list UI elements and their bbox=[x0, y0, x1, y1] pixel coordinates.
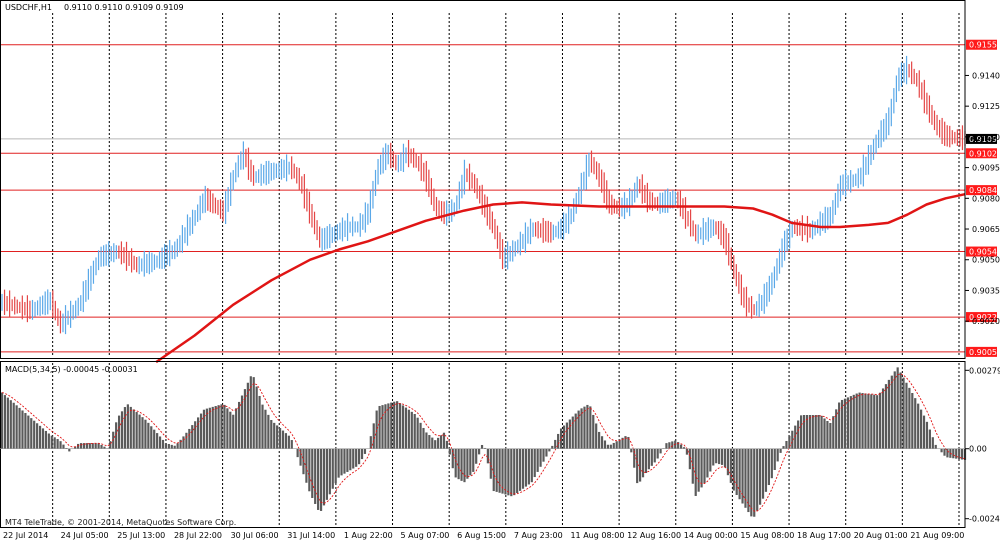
price-tick-label: 0.9080 bbox=[972, 194, 1000, 203]
price-tick-label: 0.9035 bbox=[972, 286, 1000, 295]
time-tick-label: 11 Aug 08:00 bbox=[570, 531, 624, 540]
time-tick-label: 22 Jul 2014 bbox=[3, 531, 48, 540]
time-tick-label: 31 Jul 14:00 bbox=[287, 531, 335, 540]
price-tick-label: 0.9095 bbox=[972, 164, 1000, 173]
symbol-label: USDCHF,H1 bbox=[5, 3, 52, 12]
price-tick-label: 0.9050 bbox=[972, 256, 1000, 265]
ohlc-label: 0.9110 0.9110 0.9109 0.9109 bbox=[64, 3, 184, 12]
macd-tick-label: 0.00279 bbox=[969, 366, 1000, 375]
time-tick-label: 5 Aug 07:00 bbox=[401, 531, 450, 540]
time-tick-label: 12 Aug 16:00 bbox=[627, 531, 681, 540]
price-tick-label: 0.9020 bbox=[972, 317, 1000, 326]
copyright-label: MT4 TeleTrade, © 2001-2014, MetaQuotes S… bbox=[5, 518, 236, 527]
chart-canvas: 0.91550.91020.90840.90540.90220.90050.91… bbox=[0, 0, 1000, 543]
price-tick-label: 0.9140 bbox=[972, 71, 1000, 80]
time-tick-label: 20 Aug 01:00 bbox=[854, 531, 908, 540]
time-tick-label: 15 Aug 08:00 bbox=[740, 531, 794, 540]
time-tick-label: 21 Aug 09:00 bbox=[910, 531, 964, 540]
time-tick-label: 14 Aug 00:00 bbox=[684, 531, 738, 540]
time-tick-label: 1 Aug 22:00 bbox=[344, 531, 393, 540]
macd-tick-label: 0.00 bbox=[969, 445, 987, 454]
time-tick-label: 28 Jul 22:00 bbox=[174, 531, 222, 540]
level-price-text: 0.9155 bbox=[969, 41, 997, 50]
time-tick-label: 7 Aug 23:00 bbox=[514, 531, 563, 540]
time-tick-label: 6 Aug 15:00 bbox=[457, 531, 506, 540]
macd-label: MACD(5,34,5) -0.00045 -0.00031 bbox=[5, 365, 138, 374]
time-tick-label: 18 Aug 17:00 bbox=[797, 531, 851, 540]
price-tick-label: 0.9125 bbox=[972, 102, 1000, 111]
time-tick-label: 25 Jul 13:00 bbox=[117, 531, 165, 540]
time-tick-label: 30 Jul 06:00 bbox=[231, 531, 279, 540]
time-tick-label: 24 Jul 05:00 bbox=[61, 531, 109, 540]
level-price-text: 0.9102 bbox=[969, 149, 997, 158]
macd-tick-label: -0.00249 bbox=[969, 515, 1000, 524]
level-price-text: 0.9005 bbox=[969, 348, 997, 357]
price-tick-label: 0.9065 bbox=[972, 225, 1000, 234]
time-axis: 22 Jul 2014 24 Jul 05:00 25 Jul 13:00 28 Ju… bbox=[3, 531, 964, 540]
price-tick-label: 0.9110 bbox=[972, 133, 1000, 142]
